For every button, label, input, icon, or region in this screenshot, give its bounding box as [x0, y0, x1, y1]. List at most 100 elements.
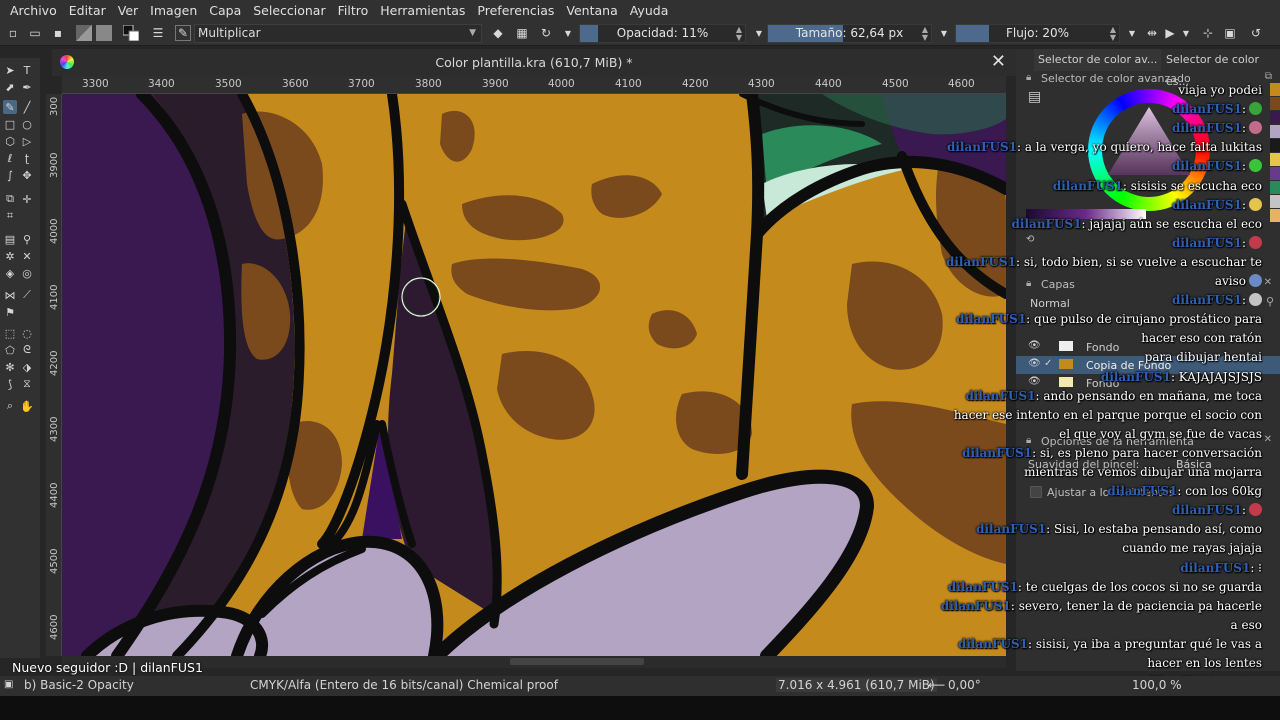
measure-tool-icon[interactable]: ⟋: [20, 288, 34, 302]
freehand-brush-icon[interactable]: ✎: [3, 100, 17, 114]
edit-shapes-icon[interactable]: ⬈: [3, 80, 17, 94]
reference-tool-icon[interactable]: ⚑: [3, 305, 17, 319]
contiguous-select-icon[interactable]: ✻: [3, 360, 17, 374]
brush-settings-icon[interactable]: ☰: [150, 25, 166, 41]
text-tool-icon[interactable]: T: [20, 63, 34, 77]
brush-preset-icon[interactable]: ✎: [175, 25, 191, 41]
zoom-tool-icon[interactable]: ⌕: [3, 399, 17, 413]
chevron-down-icon[interactable]: ▼: [751, 25, 767, 41]
freehand-path-icon[interactable]: ʈ: [20, 151, 34, 165]
zoom-value[interactable]: 100,0 %: [1132, 678, 1182, 692]
workspace-icon[interactable]: ▣: [1222, 25, 1238, 41]
menu-ver[interactable]: Ver: [112, 0, 144, 21]
tab-advanced-color-selector[interactable]: Selector de color av...: [1034, 49, 1162, 71]
play-icon[interactable]: ▶: [1162, 25, 1178, 41]
smart-patch-icon[interactable]: ✕: [20, 249, 34, 263]
menu-capa[interactable]: Capa: [203, 0, 247, 21]
gradient-tool-icon[interactable]: ▤: [3, 232, 17, 246]
chat-text: : sisisi, ya iba a preguntar qué le vas …: [1027, 636, 1262, 651]
chat-emote-icon: [1249, 159, 1262, 173]
menu-seleccionar[interactable]: Seleccionar: [247, 0, 331, 21]
select-shapes-icon[interactable]: ➤: [3, 63, 17, 77]
scrollbar-thumb[interactable]: [510, 658, 644, 665]
enclose-fill-icon[interactable]: ◎: [20, 266, 34, 280]
horizontal-scrollbar[interactable]: [62, 656, 1006, 668]
color-picker-icon[interactable]: ⚲: [20, 232, 34, 246]
chat-message: dilanFUS1: Sisi, lo estaba pensando así,…: [976, 522, 1262, 536]
assistant-tool-icon[interactable]: ⋈: [3, 288, 17, 302]
line-tool-icon[interactable]: ╱: [20, 100, 34, 114]
menu-imagen[interactable]: Imagen: [144, 0, 203, 21]
new-document-icon[interactable]: ▫: [5, 25, 21, 41]
menu-editar[interactable]: Editar: [63, 0, 112, 21]
menu-ayuda[interactable]: Ayuda: [624, 0, 675, 21]
freehand-select-icon[interactable]: ᘓ: [20, 343, 34, 357]
chat-username: dilanFUS1: [1107, 484, 1178, 499]
chat-username: dilanFUS1: [946, 140, 1017, 155]
chat-text: hacer ese intento en el parque porque el…: [953, 407, 1262, 422]
menu-preferencias[interactable]: Preferencias: [471, 0, 560, 21]
chat-emote-icon: [1249, 197, 1262, 211]
flow-label: Flujo: 20%: [1005, 26, 1070, 40]
similar-select-icon[interactable]: ⬗: [20, 360, 34, 374]
pan-tool-icon[interactable]: ✋: [20, 399, 34, 413]
chevron-down-icon[interactable]: ▼: [1178, 25, 1194, 41]
rotate-icon[interactable]: ⟵: [928, 678, 945, 692]
close-icon[interactable]: ✕: [991, 51, 1006, 72]
drawing-canvas[interactable]: [62, 94, 1006, 656]
crop-tool-icon[interactable]: ⌗: [3, 209, 17, 223]
spin-arrows-icon[interactable]: ▲ ▼: [736, 25, 742, 42]
spin-arrows-icon[interactable]: ▲ ▼: [922, 25, 928, 42]
flow-slider[interactable]: Flujo: 20% ▲ ▼: [955, 24, 1120, 43]
preserve-alpha-icon[interactable]: ▦: [514, 25, 530, 41]
bezier-tool-icon[interactable]: ℓ: [3, 151, 17, 165]
chat-username: dilanFUS1: [962, 445, 1033, 460]
tab-specific-color-selector[interactable]: Selector de color es...: [1162, 49, 1280, 88]
polygon-select-icon[interactable]: ⬠: [3, 343, 17, 357]
ellipse-tool-icon[interactable]: ○: [20, 117, 34, 131]
mirror-horizontal-icon[interactable]: ⇹: [1144, 25, 1160, 41]
rectangle-tool-icon[interactable]: □: [3, 117, 17, 131]
dynamic-brush-icon[interactable]: ∫: [3, 168, 17, 182]
undo-icon[interactable]: ↺: [1248, 25, 1264, 41]
chevron-down-icon[interactable]: ▼: [560, 25, 576, 41]
polygon-tool-icon[interactable]: ⬡: [3, 134, 17, 148]
chat-text: el que voy al gym se fue de vacas: [1059, 426, 1262, 441]
magnetic-select-icon[interactable]: ⧖: [20, 377, 34, 391]
move-tool-icon[interactable]: ✛: [20, 192, 34, 206]
colorize-mask-icon[interactable]: ✲: [3, 249, 17, 263]
menu-archivo[interactable]: Archivo: [4, 0, 63, 21]
menu-ventana[interactable]: Ventana: [560, 0, 623, 21]
document-title[interactable]: Color plantilla.kra (610,7 MiB) *: [52, 55, 1016, 70]
chevron-down-icon[interactable]: ▼: [1124, 25, 1140, 41]
fill-tool-icon[interactable]: ◈: [3, 266, 17, 280]
gradient-icon[interactable]: [76, 25, 92, 41]
size-slider[interactable]: Tamaño: 62,64 px ▲ ▼: [767, 24, 932, 43]
transform-tool-icon[interactable]: ⧉: [3, 192, 17, 206]
ellipse-select-icon[interactable]: ◌: [20, 326, 34, 340]
open-document-icon[interactable]: ▭: [27, 25, 43, 41]
bezier-select-icon[interactable]: ⟆: [3, 377, 17, 391]
wrap-around-icon[interactable]: ⊹: [1200, 25, 1216, 41]
chat-username: dilanFUS1: [1171, 102, 1242, 117]
reload-icon[interactable]: ↻: [538, 25, 554, 41]
calligraphy-icon[interactable]: ✒: [20, 80, 34, 94]
spin-arrows-icon[interactable]: ▲ ▼: [1110, 25, 1116, 42]
chat-text: para dibujar hentai: [1144, 350, 1262, 365]
chat-text: : Sisi, lo estaba pensando así, como: [1046, 522, 1262, 537]
rect-select-icon[interactable]: ⬚: [3, 326, 17, 340]
fg-bg-color-icon[interactable]: [123, 25, 139, 41]
image-dimensions[interactable]: 7.016 x 4.961 (610,7 MiB): [776, 678, 937, 692]
opacity-slider[interactable]: Opacidad: 11% ▲ ▼: [579, 24, 746, 43]
polyline-tool-icon[interactable]: ▷: [20, 134, 34, 148]
eraser-icon[interactable]: ◆: [490, 25, 506, 41]
brush-preset-icon[interactable]: ▣: [4, 679, 13, 690]
menu-herramientas[interactable]: Herramientas: [374, 0, 471, 21]
multibrush-icon[interactable]: ✥: [20, 168, 34, 182]
menu-filtro[interactable]: Filtro: [332, 0, 375, 21]
blend-mode-select[interactable]: Multiplicar ▼: [194, 24, 482, 43]
chevron-down-icon[interactable]: ▼: [936, 25, 952, 41]
rotation-value[interactable]: 0,00°: [948, 678, 981, 692]
save-icon[interactable]: ▪: [50, 25, 66, 41]
pattern-icon[interactable]: [96, 25, 112, 41]
